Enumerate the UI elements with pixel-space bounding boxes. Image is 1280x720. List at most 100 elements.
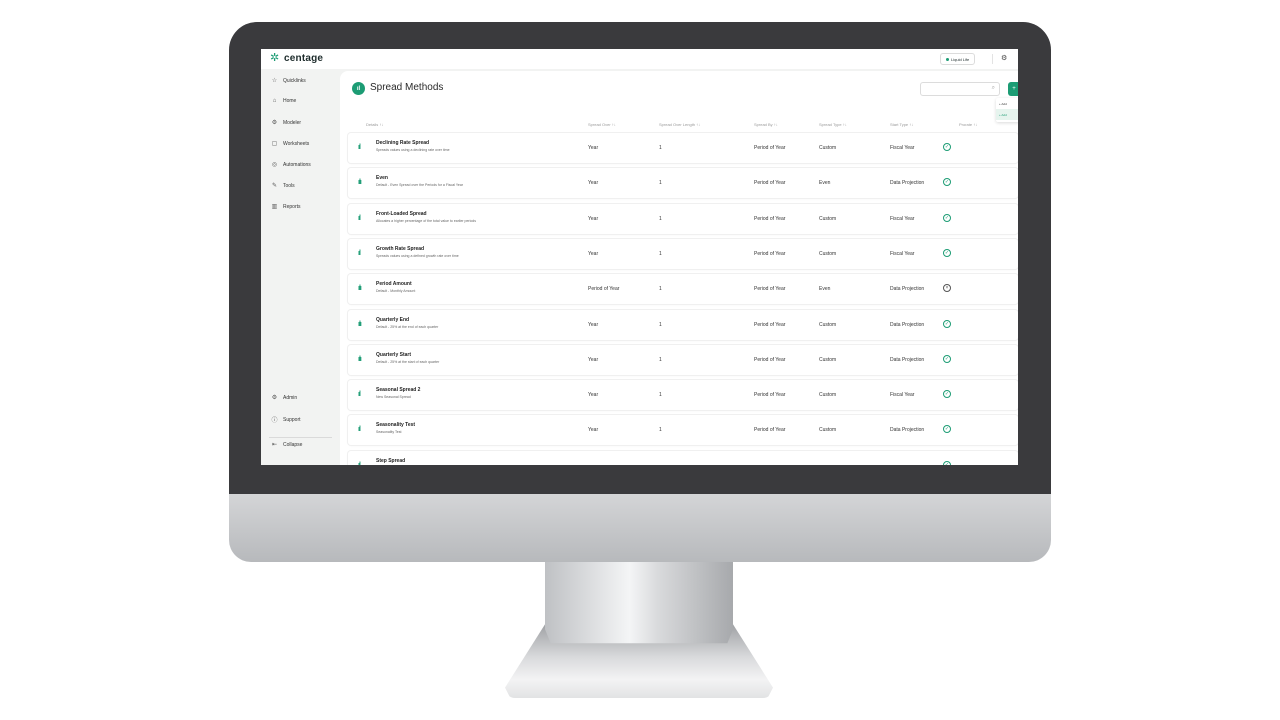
settings-gear-icon[interactable]: ⚙ bbox=[1001, 54, 1007, 62]
spread-name[interactable]: Quarterly End bbox=[376, 317, 409, 323]
cell-type: Custom bbox=[819, 356, 837, 363]
spread-name[interactable]: Even bbox=[376, 175, 388, 181]
cell-start: Data Projection bbox=[890, 356, 925, 363]
cell-over: Year bbox=[588, 180, 599, 187]
prorate-check-icon: ✓ bbox=[943, 178, 951, 187]
column-header[interactable]: Start Type ↑↓ bbox=[890, 122, 913, 127]
spread-description: Seasonality Test bbox=[376, 430, 402, 435]
prorate-check-icon: ✓ bbox=[943, 425, 951, 434]
cell-length: 1 bbox=[659, 145, 662, 151]
cell-start: Data Projection bbox=[890, 180, 925, 187]
add-menu-item[interactable]: + Add bbox=[996, 98, 1018, 109]
collapse-icon: ⇤ bbox=[271, 442, 278, 448]
table-header: Details ↑↓ Spread Over ↑↓ Spread Over Le… bbox=[340, 120, 1018, 130]
cell-length: 1 bbox=[659, 215, 662, 222]
prorate-check-icon: ✓ bbox=[943, 319, 951, 328]
column-header[interactable]: Spread Type ↑↓ bbox=[819, 122, 847, 127]
cell-type: Custom bbox=[819, 321, 837, 328]
page-title: Spread Methods bbox=[370, 82, 444, 93]
spread-chart-icon: ıl bbox=[358, 426, 361, 434]
search-input[interactable]: ⌕ bbox=[920, 82, 1000, 96]
spread-name[interactable]: Front-Loaded Spread bbox=[376, 211, 427, 217]
spread-description: Default - Even Spread over the Periods f… bbox=[376, 183, 463, 188]
sidebar-item-worksheets[interactable]: ▢ Worksheets bbox=[271, 140, 310, 148]
cell-type: Even bbox=[819, 286, 831, 293]
table-row[interactable]: ıl Seasonality Test Seasonality Test Year 1 P… bbox=[348, 415, 1018, 446]
sidebar-item-automations[interactable]: ◎ Automations bbox=[271, 161, 311, 169]
sidebar-item-reports[interactable]: ▥ Reports bbox=[271, 203, 301, 211]
table-row[interactable]: ıl Front-Loaded Spread Allocates a higher … bbox=[348, 203, 1018, 234]
sidebar-item-quicklinks[interactable]: ☆ Quicklinks bbox=[271, 77, 306, 85]
add-menu-item[interactable]: + Add bbox=[996, 109, 1018, 120]
spread-name[interactable]: Quarterly Start bbox=[376, 352, 411, 358]
spread-name[interactable]: Period Amount bbox=[376, 281, 412, 287]
spread-name[interactable]: Seasonality Test bbox=[376, 422, 415, 428]
spread-name[interactable]: Step Spread bbox=[376, 458, 405, 464]
cell-type: Custom bbox=[819, 250, 837, 257]
cell-type: Even bbox=[819, 180, 831, 187]
spread-chart-icon: ılı bbox=[358, 285, 362, 293]
worksheet-icon: ▢ bbox=[271, 141, 278, 147]
add-button[interactable]: + bbox=[1008, 82, 1018, 96]
sidebar-item-label: Quicklinks bbox=[283, 77, 306, 84]
spread-description: Spreads values using a declining rate ov… bbox=[376, 148, 450, 152]
column-header[interactable]: Spread By ↑↓ bbox=[754, 122, 778, 127]
sidebar-item-home[interactable]: ⌂ Home bbox=[271, 98, 297, 104]
sidebar-item-admin[interactable]: ⚙ Admin bbox=[271, 394, 298, 402]
cell-over: Year bbox=[588, 215, 599, 222]
table-row[interactable]: ılı Quarterly Start Default - 25% at the s… bbox=[348, 344, 1018, 375]
sidebar-item-label: Modeler bbox=[283, 119, 302, 126]
table-row[interactable]: ıl Seasonal Spread 2 New Seasonal Spread Ye… bbox=[348, 380, 1018, 411]
column-header[interactable]: Spread Over Length ↑↓ bbox=[659, 122, 700, 127]
spread-chart-icon: ıl bbox=[358, 214, 361, 222]
cell-by: Period of Year bbox=[754, 286, 786, 293]
status-dot-icon bbox=[946, 57, 949, 61]
sidebar-item-tools[interactable]: ✎ Tools bbox=[271, 182, 295, 190]
star-icon: ☆ bbox=[271, 78, 278, 84]
cell-type: Custom bbox=[819, 392, 837, 399]
modeler-icon: ⚙ bbox=[271, 120, 278, 126]
spread-description: Spreads values using a defined growth ra… bbox=[376, 253, 459, 258]
cell-over: Year bbox=[588, 427, 599, 434]
cell-length: 1 bbox=[659, 286, 662, 293]
spread-name[interactable]: Seasonal Spread 2 bbox=[376, 387, 420, 393]
cell-length: 1 bbox=[659, 321, 662, 328]
sidebar-item-label: Admin bbox=[283, 394, 298, 401]
table-row[interactable]: ılı Quarterly End Default - 25% at the end… bbox=[348, 309, 1018, 340]
prorate-check-icon: ✓ bbox=[943, 213, 951, 222]
spread-name[interactable]: Declining Rate Spread bbox=[376, 140, 429, 146]
spread-chart-icon: ılı bbox=[358, 355, 362, 363]
home-icon: ⌂ bbox=[272, 98, 277, 104]
cell-start: Data Projection bbox=[890, 286, 925, 293]
cell-start: Fiscal Year bbox=[890, 145, 915, 151]
table-row[interactable]: ıl Declining Rate Spread Spreads values us… bbox=[348, 133, 1018, 163]
column-header[interactable]: Spread Over ↑↓ bbox=[588, 122, 616, 127]
sidebar-item-support[interactable]: ⓘ Support bbox=[271, 415, 300, 425]
table-row[interactable]: ılı Even Default - Even Spread over the Pe… bbox=[348, 168, 1018, 199]
sidebar-item-modeler[interactable]: ⚙ Modeler bbox=[271, 119, 302, 127]
brand-logo[interactable]: ✲ centage bbox=[270, 52, 323, 65]
cell-over: Year bbox=[588, 145, 599, 151]
sidebar-item-label: Automations bbox=[283, 161, 311, 168]
cell-over: Year bbox=[588, 250, 599, 257]
table-row[interactable]: ıl Step Spread ✓ bbox=[348, 450, 1018, 465]
spread-chart-icon: ılı bbox=[358, 320, 362, 328]
table-row[interactable]: ılı Period Amount Default - Monthly Amount… bbox=[348, 274, 1018, 305]
table-row[interactable]: ıl Growth Rate Spread Spreads values using… bbox=[348, 238, 1018, 269]
prorate-check-icon: ✓ bbox=[943, 460, 951, 465]
spread-chart-icon: ıl bbox=[358, 249, 361, 257]
prorate-check-icon: ✓ bbox=[943, 354, 951, 363]
sidebar-item-collapse[interactable]: ⇤ Collapse bbox=[271, 441, 302, 449]
logo-mark-icon: ✲ bbox=[270, 52, 280, 64]
divider bbox=[992, 54, 993, 64]
spread-name[interactable]: Growth Rate Spread bbox=[376, 246, 424, 252]
cell-by: Period of Year bbox=[754, 145, 786, 151]
spread-chart-icon: ılı bbox=[358, 179, 362, 187]
workspace-selector[interactable]: Liquid Life bbox=[940, 53, 976, 65]
column-header[interactable]: Prorate ↑↓ bbox=[959, 122, 977, 127]
prorate-x-icon: × bbox=[943, 284, 951, 293]
sidebar-item-label: Home bbox=[283, 98, 297, 104]
spread-chart-icon: ıl bbox=[358, 144, 361, 151]
column-header[interactable]: Details ↑↓ bbox=[366, 122, 383, 127]
cell-type: Custom bbox=[819, 145, 837, 151]
